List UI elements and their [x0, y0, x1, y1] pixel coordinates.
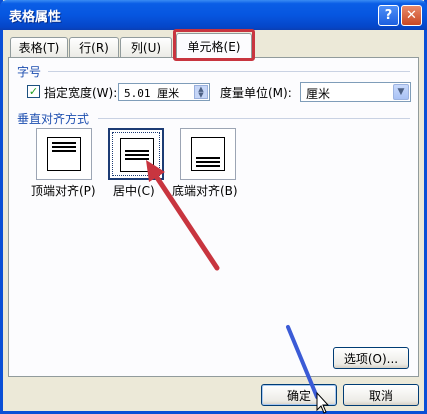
align-top-option[interactable]	[36, 128, 92, 180]
tab-table[interactable]: 表格(T)	[10, 37, 68, 57]
width-spinner[interactable]: 5.01 厘米 ▲ ▼	[118, 83, 210, 101]
ok-button-label: 确定	[286, 388, 311, 403]
tab-row[interactable]: 行(R)	[69, 37, 119, 57]
chevron-down-icon[interactable]: ▼	[393, 84, 409, 100]
tab-cell[interactable]: 单元格(E)	[176, 33, 252, 58]
width-value: 5.01 厘米	[124, 87, 180, 100]
unit-value: 厘米	[306, 87, 331, 101]
cancel-button[interactable]: 取消	[343, 384, 419, 406]
size-group-title: 字号	[17, 65, 42, 79]
vertical-align-divider	[98, 118, 410, 119]
unit-label: 度量单位(M):	[220, 86, 292, 100]
align-bottom-option[interactable]	[180, 128, 236, 180]
align-bottom-label: 底端对齐(B)	[172, 184, 238, 198]
align-center-option[interactable]	[108, 128, 164, 180]
close-button[interactable]: ✕	[401, 5, 422, 26]
align-center-icon	[120, 138, 154, 172]
spinner-arrows-icon[interactable]: ▲ ▼	[194, 85, 208, 99]
align-top-icon	[47, 137, 81, 171]
vertical-align-group-title: 垂直对齐方式	[17, 112, 90, 126]
options-button[interactable]: 选项(O)...	[333, 347, 409, 369]
close-icon: ✕	[406, 8, 417, 23]
specify-width-label: 指定宽度(W):	[44, 86, 118, 100]
tab-row-label: 行(R)	[79, 41, 109, 55]
tab-table-label: 表格(T)	[18, 41, 60, 55]
title-bar: 表格属性 ? ✕	[0, 0, 427, 30]
help-button[interactable]: ?	[378, 5, 399, 26]
tab-panel	[8, 57, 419, 377]
options-button-label: 选项(O)...	[343, 351, 399, 366]
align-bottom-icon	[191, 137, 225, 171]
help-icon: ?	[384, 8, 393, 23]
align-top-label: 顶端对齐(P)	[31, 184, 96, 198]
window-title: 表格属性	[9, 10, 62, 25]
specify-width-checkbox[interactable]: ✓	[27, 85, 40, 98]
tab-column[interactable]: 列(U)	[120, 37, 172, 57]
ok-button[interactable]: 确定	[261, 384, 337, 406]
tab-column-label: 列(U)	[130, 41, 162, 55]
size-group-divider	[48, 71, 410, 72]
checkmark-icon: ✓	[28, 85, 39, 98]
align-center-label: 居中(C)	[113, 184, 155, 198]
tab-cell-label: 单元格(E)	[187, 39, 241, 54]
cancel-button-label: 取消	[368, 388, 393, 403]
unit-select[interactable]: 厘米 ▼	[300, 82, 411, 102]
